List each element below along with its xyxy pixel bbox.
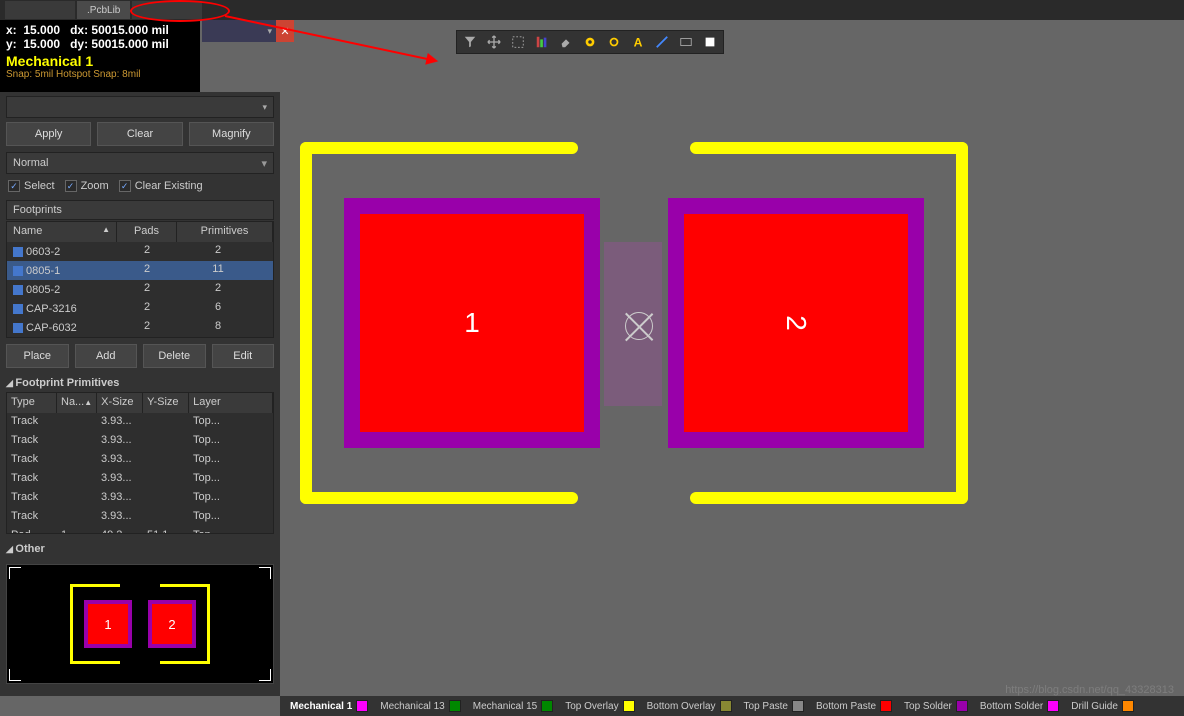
apply-button[interactable]: Apply: [6, 122, 91, 146]
layer-item[interactable]: Mechanical 1: [290, 700, 368, 712]
outline-segment[interactable]: [690, 142, 968, 154]
design-canvas[interactable]: 1 2: [280, 92, 1184, 696]
primitive-row[interactable]: Track3.93...Top...: [7, 451, 273, 470]
col-type[interactable]: Type: [7, 393, 57, 413]
layer-item[interactable]: Top Overlay: [565, 700, 634, 712]
col-pads[interactable]: Pads: [117, 222, 177, 242]
primitive-row[interactable]: Track3.93...Top...: [7, 432, 273, 451]
sidebar: ▾ Apply Clear Magnify Normal ✓Select ✓Zo…: [0, 92, 280, 696]
svg-text:A: A: [634, 35, 643, 49]
current-layer: Mechanical 1: [6, 53, 194, 69]
watermark: https://blog.csdn.net/qq_43328313: [1005, 684, 1174, 696]
snap-info: Snap: 5mil Hotspot Snap: 8mil: [6, 69, 194, 80]
add-button[interactable]: Add: [75, 344, 138, 368]
primitive-row[interactable]: Track3.93...Top...: [7, 508, 273, 527]
tab-pcblib[interactable]: .PcbLib: [77, 1, 130, 19]
footprints-header: Footprints: [6, 200, 274, 220]
origin-marker: [625, 312, 653, 340]
outline-segment[interactable]: [300, 142, 578, 154]
footprints-table: Name ▲ Pads Primitives 0603-2220805-1211…: [6, 221, 274, 338]
rect-tool[interactable]: [677, 33, 695, 51]
text-tool[interactable]: A: [629, 33, 647, 51]
coordinates-panel: x: 15.000 dx: 50015.000 mil y: 15.000 dy…: [0, 20, 200, 92]
zoom-checkbox[interactable]: ✓Zoom: [65, 180, 109, 192]
outline-segment[interactable]: [300, 142, 312, 504]
footprint-view: 1 2: [300, 142, 968, 504]
magnify-button[interactable]: Magnify: [189, 122, 274, 146]
outline-segment[interactable]: [956, 142, 968, 504]
select-checkbox[interactable]: ✓Select: [8, 180, 55, 192]
col-primitives[interactable]: Primitives: [177, 222, 273, 242]
layer-item[interactable]: Drill Guide: [1071, 700, 1134, 712]
delete-button[interactable]: Delete: [143, 344, 206, 368]
footprint-row[interactable]: 0805-222: [7, 280, 273, 299]
select-tool[interactable]: [509, 33, 527, 51]
pad-1[interactable]: 1: [344, 198, 600, 448]
clear-button[interactable]: Clear: [97, 122, 182, 146]
layer-item[interactable]: Mechanical 15: [473, 700, 553, 712]
tab-1[interactable]: [5, 1, 75, 19]
primitives-table: Type Na...▲ X-Size Y-Size Layer Track3.9…: [6, 392, 274, 534]
layer-item[interactable]: Bottom Solder: [980, 700, 1059, 712]
primitive-row[interactable]: Track3.93...Top...: [7, 470, 273, 489]
outline-segment[interactable]: [300, 492, 578, 504]
pad-tool[interactable]: [581, 33, 599, 51]
fill-tool[interactable]: [701, 33, 719, 51]
primitive-row[interactable]: Track3.93...Top...: [7, 489, 273, 508]
layer-item[interactable]: Bottom Paste: [816, 700, 892, 712]
primitives-header[interactable]: Footprint Primitives: [6, 374, 274, 392]
preview-panel: 1 2: [6, 564, 274, 684]
layer-item[interactable]: Bottom Overlay: [647, 700, 732, 712]
col-name[interactable]: Name ▲: [7, 222, 117, 242]
drawing-toolbar: A: [456, 30, 724, 54]
footprint-row[interactable]: 0603-222: [7, 242, 273, 261]
place-button[interactable]: Place: [6, 344, 69, 368]
col-xsize[interactable]: X-Size: [97, 393, 143, 413]
tab-3[interactable]: [132, 1, 202, 19]
footprint-row[interactable]: 0805-1211: [7, 261, 273, 280]
mask-dropdown[interactable]: ▾: [202, 20, 276, 42]
erase-tool[interactable]: [557, 33, 575, 51]
layer-item[interactable]: Mechanical 13: [380, 700, 460, 712]
other-header[interactable]: Other: [6, 540, 274, 558]
align-tool[interactable]: [533, 33, 551, 51]
col-na[interactable]: Na...▲: [57, 393, 97, 413]
col-layer[interactable]: Layer: [189, 393, 273, 413]
layer-dropdown[interactable]: ▾: [6, 96, 274, 118]
edit-button[interactable]: Edit: [212, 344, 275, 368]
pad-2[interactable]: 2: [668, 198, 924, 448]
clear-existing-checkbox[interactable]: ✓Clear Existing: [119, 180, 203, 192]
tab-bar: .PcbLib: [0, 0, 1184, 20]
layer-status-bar: Mechanical 1 Mechanical 13 Mechanical 15 To…: [280, 696, 1184, 716]
layer-item[interactable]: Top Paste: [744, 700, 804, 712]
col-ysize[interactable]: Y-Size: [143, 393, 189, 413]
mode-dropdown[interactable]: Normal: [6, 152, 274, 174]
filter-tool[interactable]: [461, 33, 479, 51]
layer-item[interactable]: Top Solder: [904, 700, 968, 712]
primitive-row[interactable]: Track3.93...Top...: [7, 413, 273, 432]
close-button[interactable]: ✕: [276, 20, 294, 42]
footprint-row[interactable]: CAP-603228: [7, 318, 273, 337]
footprint-row[interactable]: CAP-321626: [7, 299, 273, 318]
outline-segment[interactable]: [690, 492, 968, 504]
move-tool[interactable]: [485, 33, 503, 51]
primitive-row[interactable]: Pad149.2...51.1...Top...: [7, 527, 273, 533]
line-tool[interactable]: [653, 33, 671, 51]
via-tool[interactable]: [605, 33, 623, 51]
